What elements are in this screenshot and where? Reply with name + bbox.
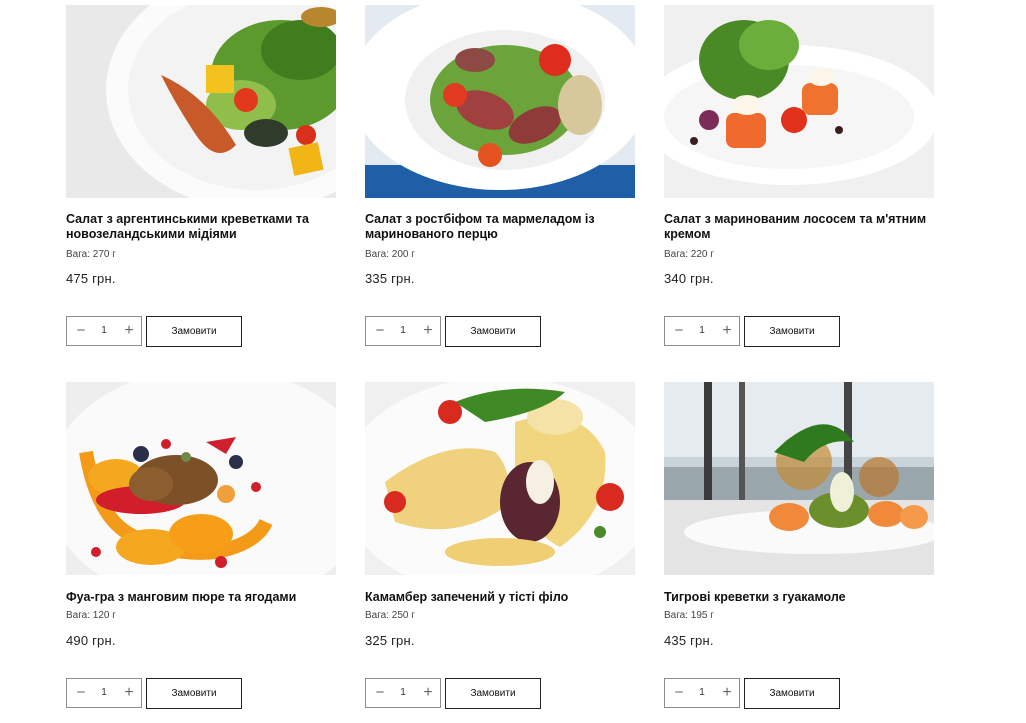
order-button[interactable]: Замовити [146, 316, 242, 347]
product-weight: Вага: 195 г [664, 610, 714, 621]
product-weight: Вага: 120 г [66, 610, 116, 621]
minus-icon[interactable]: − [368, 317, 392, 345]
product-photo[interactable] [365, 382, 635, 575]
product-photo[interactable] [66, 5, 336, 198]
order-button[interactable]: Замовити [445, 678, 541, 709]
plus-icon[interactable]: + [416, 679, 440, 707]
quantity-value[interactable]: 1 [93, 317, 115, 345]
plus-icon[interactable]: + [117, 679, 141, 707]
plus-icon[interactable]: + [715, 317, 739, 345]
order-button[interactable]: Замовити [146, 678, 242, 709]
quantity-stepper: − 1 + [365, 316, 441, 346]
product-price: 475 грн. [66, 271, 116, 286]
product-title[interactable]: Фуа-гра з манговим пюре та ягодами [66, 590, 336, 605]
quantity-stepper: − 1 + [664, 316, 740, 346]
minus-icon[interactable]: − [667, 317, 691, 345]
product-price: 490 грн. [66, 633, 116, 648]
quantity-value[interactable]: 1 [392, 317, 414, 345]
product-title[interactable]: Салат з аргентинськими креветками та нов… [66, 212, 336, 242]
product-price: 325 грн. [365, 633, 415, 648]
minus-icon[interactable]: − [368, 679, 392, 707]
minus-icon[interactable]: − [69, 317, 93, 345]
plus-icon[interactable]: + [715, 679, 739, 707]
product-photo[interactable] [365, 5, 635, 198]
product-weight: Вага: 250 г [365, 610, 415, 621]
quantity-value[interactable]: 1 [392, 679, 414, 707]
order-button[interactable]: Замовити [744, 678, 840, 709]
product-price: 335 грн. [365, 271, 415, 286]
product-weight: Вага: 270 г [66, 249, 116, 260]
product-weight: Вага: 200 г [365, 249, 415, 260]
order-button[interactable]: Замовити [445, 316, 541, 347]
minus-icon[interactable]: − [667, 679, 691, 707]
quantity-stepper: − 1 + [66, 678, 142, 708]
quantity-stepper: − 1 + [365, 678, 441, 708]
product-price: 435 грн. [664, 633, 714, 648]
quantity-value[interactable]: 1 [691, 317, 713, 345]
product-title[interactable]: Тигрові креветки з гуакамоле [664, 590, 934, 605]
product-weight: Вага: 220 г [664, 249, 714, 260]
order-button[interactable]: Замовити [744, 316, 840, 347]
product-photo[interactable] [66, 382, 336, 575]
product-title[interactable]: Салат з ростбіфом та мармеладом із марин… [365, 212, 635, 242]
quantity-value[interactable]: 1 [691, 679, 713, 707]
plus-icon[interactable]: + [416, 317, 440, 345]
product-photo[interactable] [664, 5, 934, 198]
product-price: 340 грн. [664, 271, 714, 286]
product-title[interactable]: Камамбер запечений у тісті філо [365, 590, 635, 605]
product-title[interactable]: Салат з маринованим лососем та м'ятним к… [664, 212, 934, 242]
product-photo[interactable] [664, 382, 934, 575]
plus-icon[interactable]: + [117, 317, 141, 345]
quantity-stepper: − 1 + [664, 678, 740, 708]
quantity-stepper: − 1 + [66, 316, 142, 346]
minus-icon[interactable]: − [69, 679, 93, 707]
quantity-value[interactable]: 1 [93, 679, 115, 707]
